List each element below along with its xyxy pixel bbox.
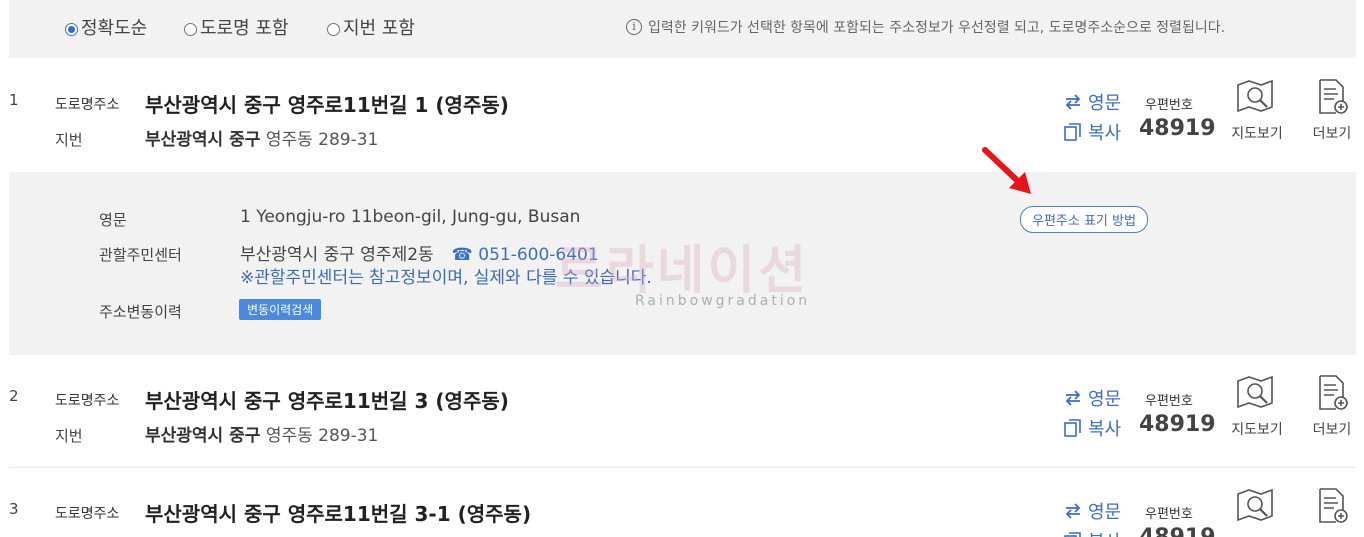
copy-button[interactable]: 복사 <box>1064 415 1121 441</box>
history-search-button[interactable]: 변동이력검색 <box>239 299 322 320</box>
detail-english-value: 1 Yeongju-ro 11beon-gil, Jung-gu, Busan <box>240 207 581 227</box>
copy-icon <box>1064 419 1081 437</box>
jibun-label: 지번 <box>55 427 83 445</box>
more-label: 더보기 <box>1312 422 1352 438</box>
map-view-button[interactable]: 지도보기 <box>1227 79 1287 143</box>
phone-icon: ☎ <box>451 245 479 265</box>
sort-road-radio[interactable]: 도로명 포함 <box>184 14 289 40</box>
radio-checked-icon <box>65 22 78 36</box>
road-address-label: 도로명주소 <box>55 506 120 522</box>
copy-button[interactable]: 복사 <box>1064 119 1121 145</box>
document-plus-icon <box>1319 375 1348 410</box>
postcode-label: 우편번호 <box>1145 507 1193 522</box>
map-view-button[interactable] <box>1227 488 1287 528</box>
map-search-icon <box>1237 79 1273 113</box>
detail-center-value: 부산광역시 중구 영주제2동 ☎ 051-600-6401 <box>240 240 599 265</box>
more-button[interactable]: 더보기 <box>1307 79 1357 143</box>
row-divider <box>9 467 1356 468</box>
english-label: 영문 <box>1088 93 1122 114</box>
more-label: 더보기 <box>1312 126 1352 142</box>
postcode: 48919 <box>1139 525 1216 537</box>
road-address: 부산광역시 중구 영주로11번길 3 (영주동) <box>145 389 509 413</box>
english-button[interactable]: 영문 <box>1064 385 1121 411</box>
document-plus-icon <box>1319 488 1348 523</box>
copy-icon <box>1064 532 1081 537</box>
copy-label: 복사 <box>1088 528 1121 537</box>
sort-accuracy-radio[interactable]: 정확도순 <box>65 14 147 40</box>
english-button[interactable]: 영문 <box>1064 89 1121 115</box>
center-name: 부산광역시 중구 영주제2동 <box>240 245 434 265</box>
swap-arrows-icon <box>1065 94 1081 110</box>
postal-format-button[interactable]: 우편주소 표기 방법 <box>1020 206 1148 233</box>
copy-button[interactable]: 복사 <box>1064 528 1121 537</box>
map-view-button[interactable]: 지도보기 <box>1227 375 1287 439</box>
radio-unchecked-icon <box>327 22 340 36</box>
result-number: 2 <box>9 387 19 405</box>
phone-number[interactable]: ☎ 051-600-6401 <box>452 245 599 265</box>
english-button[interactable]: 영문 <box>1064 498 1121 524</box>
swap-arrows-icon <box>1065 503 1081 519</box>
jibun-address: 부산광역시 중구 영주동 289-31 <box>145 421 378 446</box>
swap-arrows-icon <box>1065 390 1081 406</box>
postcode-label: 우편번호 <box>1145 98 1193 113</box>
sort-jibun-radio[interactable]: 지번 포함 <box>327 14 415 40</box>
result-number: 1 <box>9 91 19 109</box>
detail-center-label: 관할주민센터 <box>99 246 182 264</box>
result-number: 3 <box>9 500 19 518</box>
info-icon: i <box>626 19 642 35</box>
sort-info: i 입력한 키워드가 선택한 항목에 포함되는 주소정보가 우선정렬 되고, 도… <box>626 17 1225 37</box>
road-address-label: 도로명주소 <box>55 97 120 113</box>
copy-label: 복사 <box>1088 123 1122 144</box>
jibun-city: 부산광역시 중구 <box>145 426 261 446</box>
map-view-label: 지도보기 <box>1231 126 1283 142</box>
jibun-detail: 영주동 289-31 <box>265 426 379 446</box>
english-label: 영문 <box>1088 502 1122 523</box>
sort-road-label: 도로명 포함 <box>200 18 289 39</box>
road-address-label: 도로명주소 <box>55 393 120 409</box>
radio-unchecked-icon <box>184 22 197 36</box>
detail-english-label: 영문 <box>99 211 127 229</box>
sort-jibun-label: 지번 포함 <box>343 18 415 39</box>
map-view-label: 지도보기 <box>1231 422 1283 438</box>
jibun-detail: 영주동 289-31 <box>265 130 379 150</box>
phone-text: 051-600-6401 <box>478 245 599 265</box>
center-note: ※관할주민센터는 참고정보이며, 실제와 다를 수 있습니다. <box>240 268 652 288</box>
document-plus-icon <box>1319 79 1348 114</box>
more-button[interactable] <box>1307 488 1357 528</box>
copy-label: 복사 <box>1088 419 1122 440</box>
sort-bar: 정확도순 도로명 포함 지번 포함 i 입력한 키워드가 선택한 항목에 포함되… <box>9 0 1356 58</box>
detail-panel: 영문 1 Yeongju-ro 11beon-gil, Jung-gu, Bus… <box>9 172 1356 355</box>
detail-history-label: 주소변동이력 <box>99 303 182 321</box>
jibun-city: 부산광역시 중구 <box>145 130 261 150</box>
copy-icon <box>1064 123 1081 141</box>
postcode: 48919 <box>1139 116 1216 141</box>
road-address: 부산광역시 중구 영주로11번길 3-1 (영주동) <box>145 502 532 526</box>
road-address: 부산광역시 중구 영주로11번길 1 (영주동) <box>145 93 509 117</box>
map-search-icon <box>1237 375 1273 409</box>
jibun-label: 지번 <box>55 131 83 149</box>
more-button[interactable]: 더보기 <box>1307 375 1357 439</box>
postcode-label: 우편번호 <box>1145 394 1193 409</box>
red-arrow-annotation <box>982 147 1031 194</box>
postcode: 48919 <box>1139 412 1216 437</box>
english-label: 영문 <box>1088 389 1122 410</box>
sort-info-text: 입력한 키워드가 선택한 항목에 포함되는 주소정보가 우선정렬 되고, 도로명… <box>648 20 1226 36</box>
jibun-address: 부산광역시 중구 영주동 289-31 <box>145 125 378 150</box>
map-search-icon <box>1237 488 1273 522</box>
sort-accuracy-label: 정확도순 <box>81 18 148 39</box>
